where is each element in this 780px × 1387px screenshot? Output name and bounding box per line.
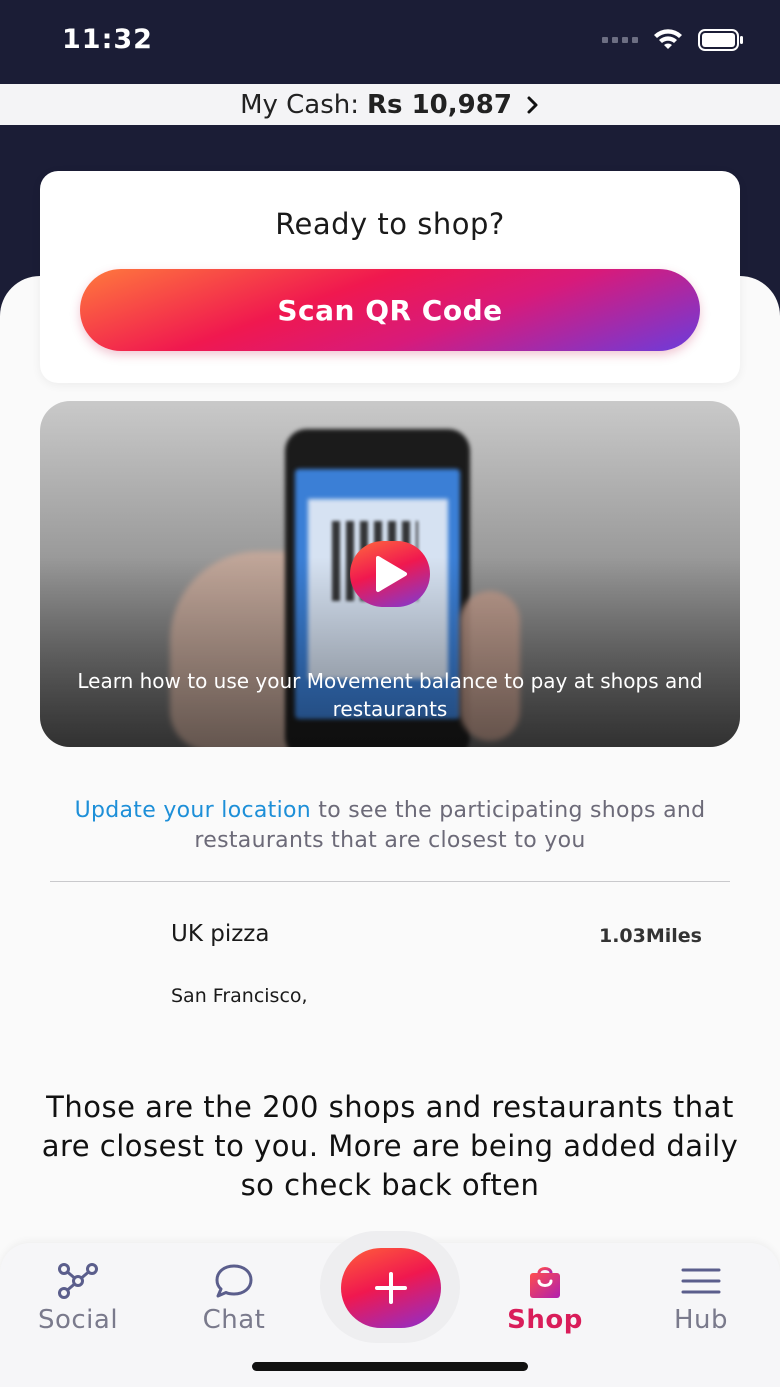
scan-qr-code-button[interactable]: Scan QR Code: [80, 269, 700, 351]
add-button[interactable]: [341, 1248, 441, 1328]
chevron-right-icon: [527, 96, 538, 113]
chat-bubble-icon: [213, 1261, 255, 1301]
status-bar: 11:32: [0, 0, 780, 84]
cash-amount: Rs 10,987: [367, 89, 512, 120]
ready-to-shop-card: Ready to shop? Scan QR Code: [40, 171, 740, 383]
tab-shop[interactable]: Shop: [480, 1261, 610, 1351]
tab-chat[interactable]: Chat: [169, 1261, 299, 1351]
wifi-icon: [654, 29, 682, 49]
bottom-tab-bar: Social Chat Shop Hub: [0, 1231, 780, 1387]
tab-hub[interactable]: Hub: [636, 1261, 766, 1351]
my-cash-bar[interactable]: My Cash: Rs 10,987: [0, 84, 780, 125]
cellular-signal-icon: [602, 37, 638, 43]
tutorial-video-card[interactable]: Learn how to use your Movement balance t…: [40, 401, 740, 747]
menu-icon: [680, 1261, 722, 1301]
play-icon: [376, 556, 407, 592]
closest-shops-note: Those are the 200 shops and restaurants …: [41, 1090, 739, 1202]
divider: [50, 881, 730, 882]
tab-social-label: Social: [37, 1305, 119, 1335]
shop-city: San Francisco,: [171, 985, 308, 1007]
social-network-icon: [56, 1261, 100, 1301]
update-location-link[interactable]: Update your location: [75, 798, 311, 823]
cash-label: My Cash:: [240, 89, 360, 120]
video-caption: Learn how to use your Movement balance t…: [77, 669, 703, 721]
status-time: 11:32: [62, 24, 153, 55]
tab-chat-label: Chat: [202, 1305, 266, 1335]
tab-shop-label: Shop: [507, 1305, 583, 1335]
ready-title: Ready to shop?: [275, 207, 505, 241]
play-video-button[interactable]: [350, 541, 430, 607]
location-prompt: Update your location to see the particip…: [40, 796, 740, 856]
shop-name: UK pizza: [171, 921, 270, 947]
shop-distance: 1.03Miles: [598, 925, 702, 947]
tab-hub-label: Hub: [673, 1305, 729, 1335]
battery-icon: [698, 29, 743, 51]
status-icons: [602, 28, 744, 52]
tab-social[interactable]: Social: [13, 1261, 143, 1351]
plus-icon: [375, 1272, 407, 1304]
home-indicator: [252, 1362, 528, 1371]
shopping-bag-icon: [525, 1261, 565, 1301]
